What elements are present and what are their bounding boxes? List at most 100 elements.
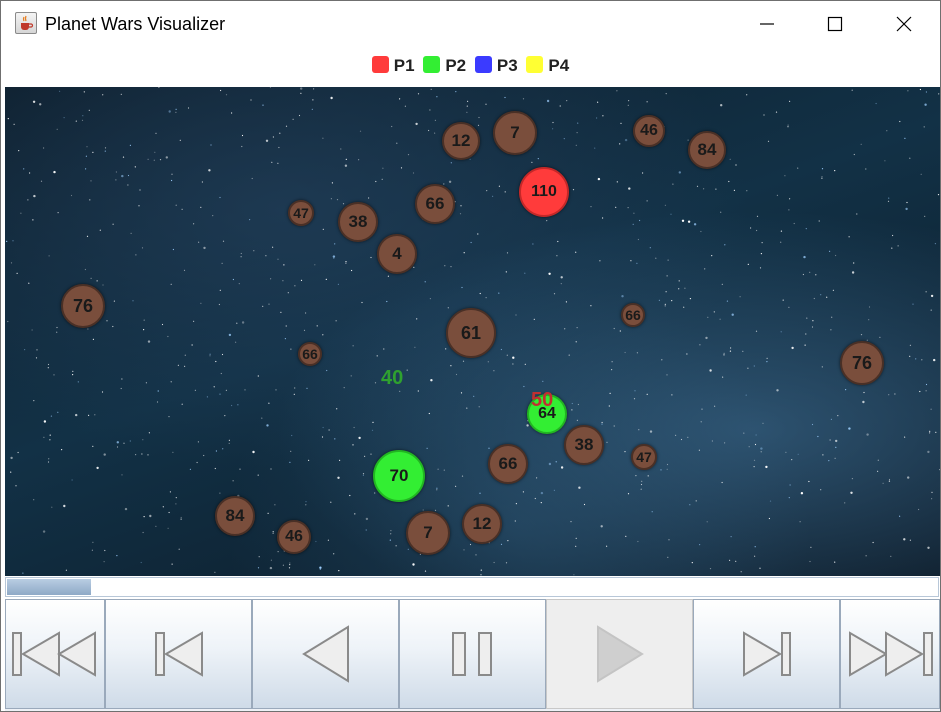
game-board[interactable]: 12 7 46 84 110 47 38 66 4 76 61 66 66 76… — [5, 87, 940, 576]
star — [760, 253, 763, 255]
star — [699, 344, 701, 346]
star — [42, 530, 46, 533]
star — [808, 480, 810, 483]
star — [919, 88, 922, 91]
star — [735, 164, 737, 166]
planet[interactable]: 61 — [446, 308, 496, 358]
planet[interactable]: 76 — [840, 341, 884, 385]
star — [746, 190, 748, 192]
maximize-button[interactable] — [812, 1, 858, 47]
star — [753, 466, 755, 468]
star — [515, 503, 517, 505]
planet[interactable]: 47 — [631, 444, 657, 470]
star — [171, 179, 173, 182]
star — [322, 426, 324, 429]
star — [450, 266, 452, 268]
star — [504, 96, 506, 99]
star — [116, 441, 120, 444]
play-button[interactable] — [546, 599, 693, 709]
star — [212, 215, 214, 217]
star — [175, 108, 177, 110]
planet[interactable]: 4 — [377, 234, 417, 274]
planet[interactable]: 46 — [277, 520, 311, 554]
star — [616, 181, 618, 183]
star — [43, 436, 45, 438]
java-cup-icon[interactable] — [15, 12, 37, 34]
star — [761, 242, 763, 244]
star — [358, 159, 360, 161]
star — [730, 347, 732, 349]
star — [765, 465, 768, 469]
star — [455, 91, 457, 93]
star — [428, 129, 430, 132]
star — [853, 262, 855, 264]
progress-fill — [7, 579, 91, 595]
planet-ship-count: 47 — [293, 205, 309, 221]
pause-button[interactable] — [399, 599, 546, 709]
star — [244, 389, 246, 391]
planet-ship-count: 110 — [531, 183, 557, 200]
planet[interactable]: 84 — [215, 496, 255, 536]
turn-progress-bar[interactable] — [5, 577, 939, 597]
planet[interactable]: 38 — [564, 425, 604, 465]
star — [224, 415, 226, 417]
minimize-button[interactable] — [744, 1, 790, 47]
planet[interactable]: 12 — [442, 122, 480, 160]
planet[interactable]: 7 — [493, 111, 537, 155]
star — [687, 436, 689, 438]
star — [222, 240, 225, 242]
star — [897, 245, 899, 247]
close-button[interactable] — [881, 1, 927, 47]
star — [797, 453, 799, 455]
planet[interactable]: 70 — [373, 450, 425, 502]
star — [938, 93, 940, 95]
title-bar[interactable]: Planet Wars Visualizer — [1, 1, 940, 47]
star — [359, 130, 362, 132]
planet[interactable]: 66 — [621, 303, 645, 327]
star — [907, 476, 910, 479]
legend-item-p3: P3 — [474, 55, 518, 76]
star — [337, 283, 339, 285]
star — [500, 543, 503, 545]
star — [331, 182, 333, 184]
star — [399, 390, 401, 392]
star — [703, 188, 705, 190]
star — [899, 120, 901, 123]
star — [443, 469, 445, 471]
step-back-button[interactable] — [105, 599, 252, 709]
planet[interactable]: 110 — [519, 167, 569, 217]
star — [466, 105, 468, 107]
planet[interactable]: 7 — [406, 511, 450, 555]
step-forward-button[interactable] — [693, 599, 840, 709]
planet[interactable]: 66 — [298, 342, 322, 366]
star — [86, 235, 89, 237]
star — [241, 134, 244, 137]
planet[interactable]: 47 — [288, 200, 314, 226]
planet[interactable]: 12 — [462, 504, 502, 544]
planet[interactable]: 46 — [633, 115, 665, 147]
planet-ship-count: 66 — [498, 454, 518, 473]
star — [10, 456, 13, 460]
planet[interactable]: 66 — [488, 444, 528, 484]
star — [178, 548, 180, 550]
star — [272, 531, 274, 533]
star — [390, 533, 392, 535]
play-backward-button[interactable] — [252, 599, 399, 709]
star — [642, 172, 644, 174]
planet[interactable]: 76 — [61, 284, 105, 328]
star — [552, 121, 554, 124]
star — [352, 345, 354, 347]
star — [123, 442, 125, 444]
star — [180, 516, 182, 519]
star — [756, 229, 758, 232]
first-turn-button[interactable] — [5, 599, 105, 709]
planet[interactable]: 84 — [688, 131, 726, 169]
planet-ship-count: 76 — [851, 352, 873, 373]
star — [129, 144, 131, 146]
planet[interactable]: 38 — [338, 202, 378, 242]
star — [116, 555, 118, 557]
last-turn-button[interactable] — [840, 599, 940, 709]
star — [127, 174, 130, 177]
legend-label: P3 — [496, 55, 518, 75]
planet[interactable]: 66 — [415, 184, 455, 224]
